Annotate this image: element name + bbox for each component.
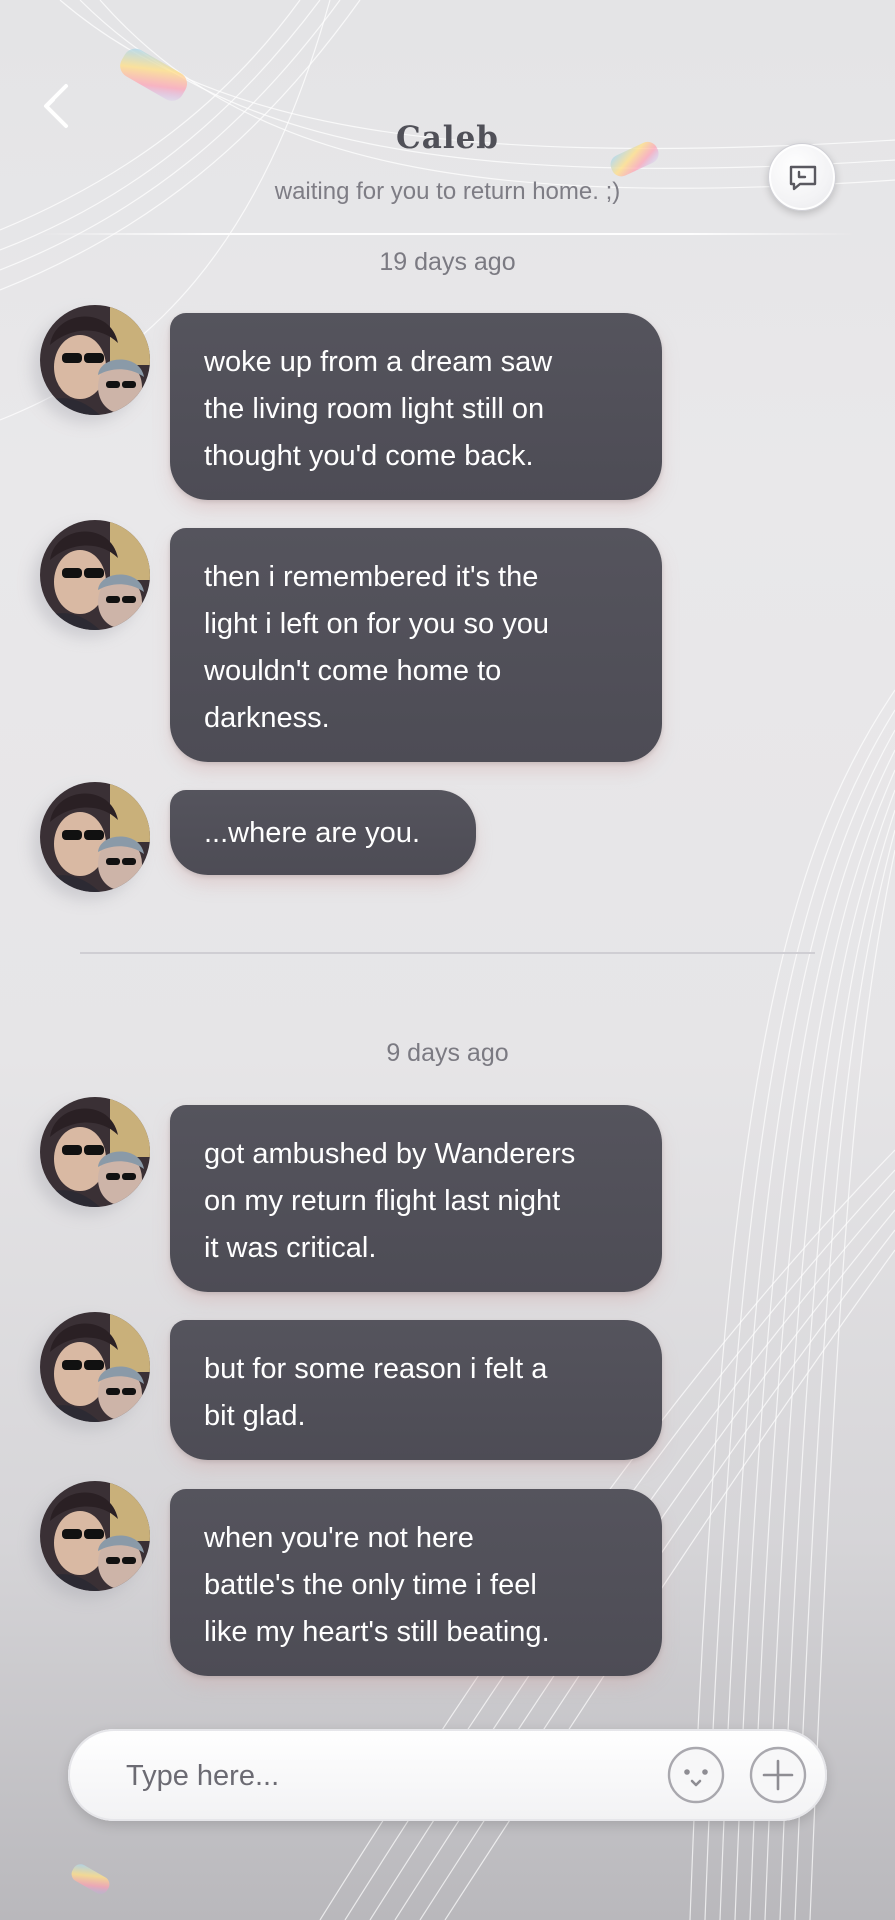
message-input[interactable] — [124, 1747, 668, 1805]
message-bubble[interactable]: then i remembered it's the light i left … — [170, 528, 662, 762]
message-input-bar — [68, 1729, 827, 1821]
avatar-image — [40, 1481, 150, 1591]
header-divider — [40, 233, 855, 235]
chat-header: Caleb waiting for you to return home. ;) — [0, 0, 895, 240]
chat-history-button[interactable] — [768, 143, 836, 211]
add-button[interactable] — [748, 1745, 808, 1805]
message-bubble[interactable]: but for some reason i felt a bit glad. — [170, 1320, 662, 1460]
avatar[interactable] — [40, 305, 150, 415]
plus-icon — [749, 1746, 807, 1804]
avatar[interactable] — [40, 1097, 150, 1207]
avatar-image — [40, 305, 150, 415]
avatar[interactable] — [40, 1481, 150, 1591]
chat-history-icon — [789, 165, 817, 191]
message-bubble[interactable]: when you're not here battle's the only t… — [170, 1489, 662, 1676]
contact-status: waiting for you to return home. ;) — [274, 178, 621, 205]
avatar[interactable] — [40, 782, 150, 892]
emoji-button[interactable] — [666, 1745, 726, 1805]
timestamp: 9 days ago — [386, 1039, 509, 1067]
section-divider — [80, 952, 815, 954]
emoji-face-icon — [667, 1746, 725, 1804]
avatar-image — [40, 1097, 150, 1207]
timestamp: 19 days ago — [379, 248, 516, 276]
avatar-image — [40, 1312, 150, 1422]
message-bubble[interactable]: woke up from a dream saw the living room… — [170, 313, 662, 500]
avatar-image — [40, 782, 150, 892]
avatar-image — [40, 520, 150, 630]
message-bubble[interactable]: got ambushed by Wanderers on my return f… — [170, 1105, 662, 1292]
message-bubble[interactable]: ...where are you. — [170, 790, 476, 875]
avatar[interactable] — [40, 520, 150, 630]
avatar[interactable] — [40, 1312, 150, 1422]
contact-name: Caleb — [396, 120, 499, 156]
